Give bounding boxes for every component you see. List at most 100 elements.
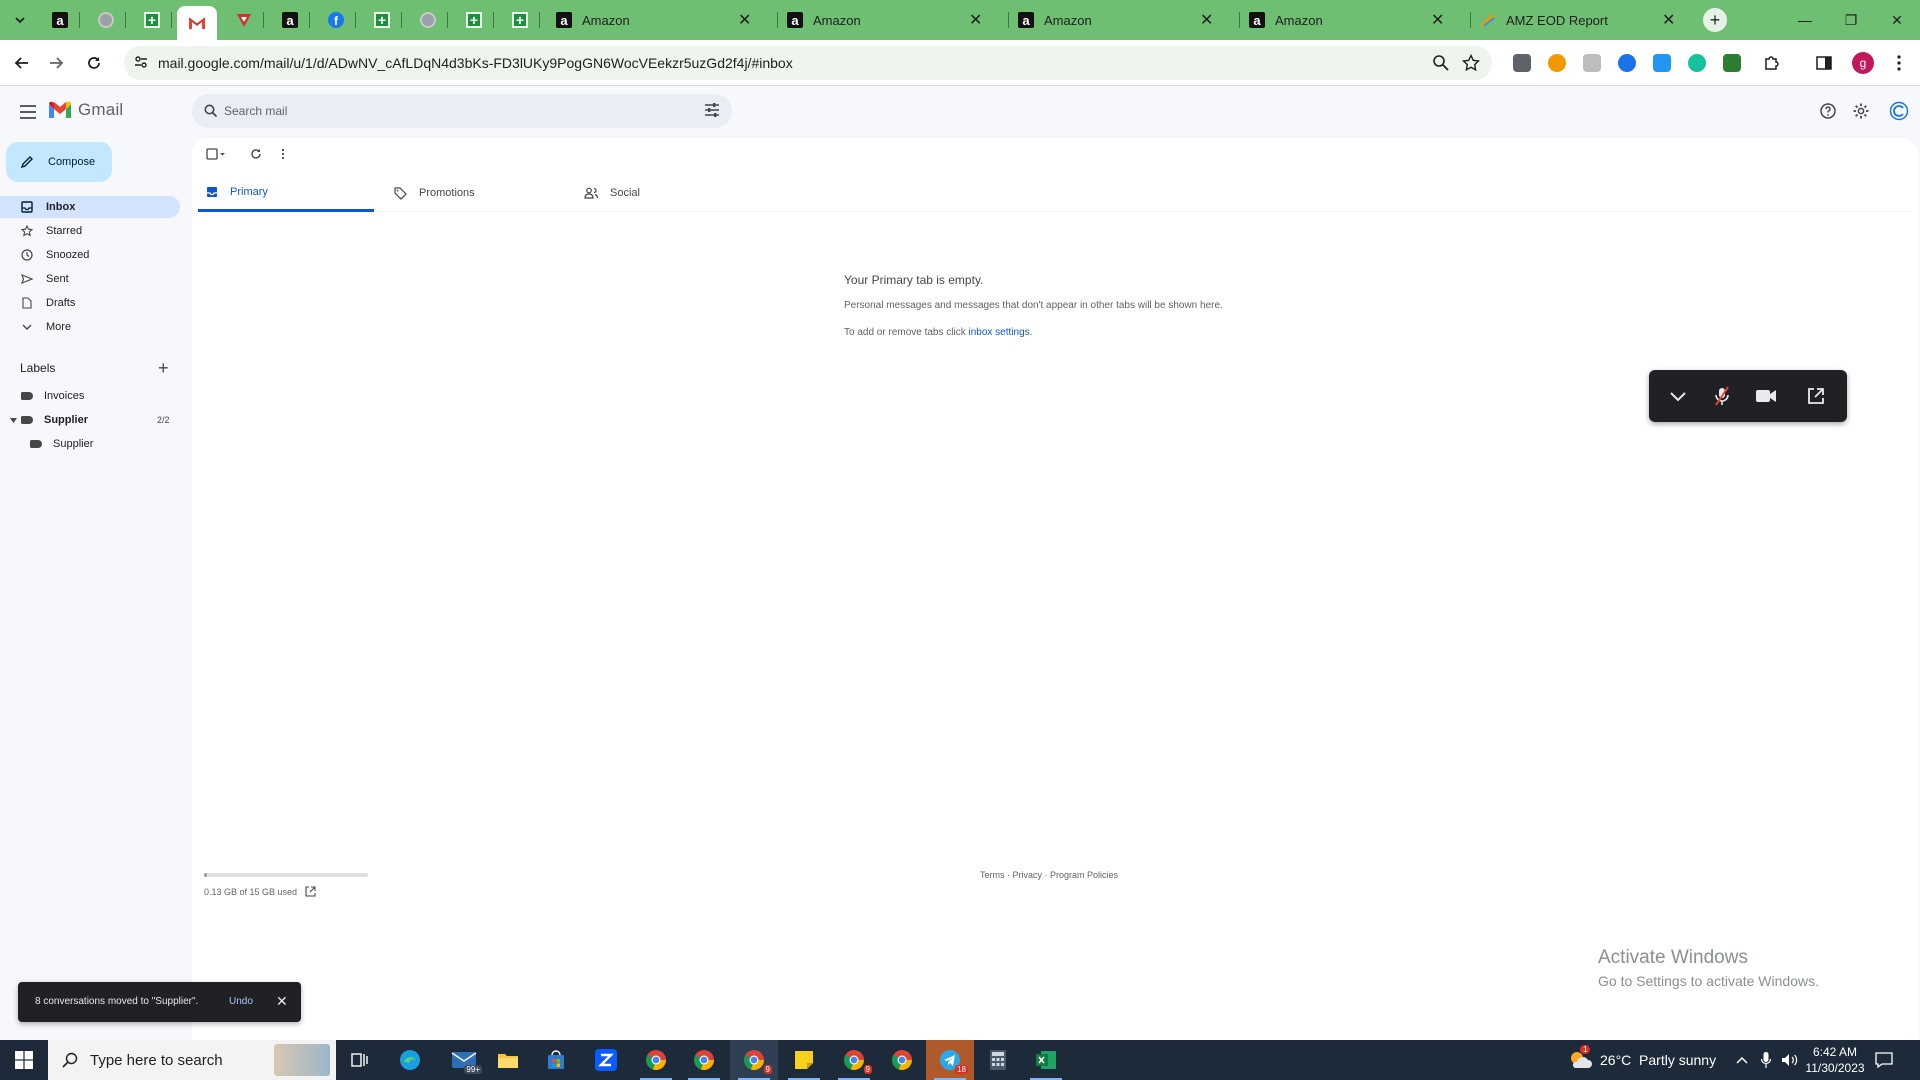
nav-item-snoozed[interactable]: Snoozed <box>0 244 180 266</box>
new-tab-button[interactable]: + <box>1703 8 1727 32</box>
pinned-tab-amazon[interactable]: a <box>40 6 80 34</box>
pinned-tab-globe-2[interactable] <box>408 6 448 34</box>
mute-mic-button[interactable] <box>1709 384 1735 408</box>
file-explorer-icon[interactable] <box>484 1040 532 1080</box>
search-icon[interactable] <box>204 104 218 118</box>
chrome-profile-1-icon[interactable] <box>632 1040 680 1080</box>
close-tab-icon[interactable]: ✕ <box>1200 10 1213 30</box>
pinned-tab-gmail[interactable] <box>177 6 217 40</box>
camera-button[interactable] <box>1753 384 1779 408</box>
chrome-profile-4-icon[interactable] <box>878 1040 926 1080</box>
extension-zm-icon[interactable] <box>1653 54 1671 72</box>
support-icon[interactable] <box>1818 101 1838 121</box>
close-window-button[interactable]: ✕ <box>1874 0 1920 40</box>
back-button[interactable] <box>8 49 36 77</box>
extensions-puzzle-icon[interactable] <box>1763 54 1781 72</box>
task-view-icon[interactable] <box>336 1040 384 1080</box>
system-clock[interactable]: 6:42 AM 11/30/2023 <box>1800 1044 1870 1076</box>
pinned-tab-globe[interactable] <box>86 6 126 34</box>
extension-blue-icon[interactable] <box>1618 54 1636 72</box>
sticky-notes-icon[interactable] <box>780 1040 828 1080</box>
bookmark-star-icon[interactable] <box>1462 54 1480 72</box>
tab-promotions[interactable]: Promotions <box>386 174 562 212</box>
tab-search-button[interactable] <box>6 8 34 32</box>
forward-button[interactable] <box>42 49 70 77</box>
select-all-checkbox[interactable] <box>206 148 226 160</box>
restore-button[interactable]: ❐ <box>1828 0 1874 40</box>
extension-green-icon[interactable] <box>1723 54 1741 72</box>
zoom-app-icon[interactable] <box>582 1040 630 1080</box>
address-bar[interactable]: mail.google.com/mail/u/1/d/ADwNV_cAfLDqN… <box>124 46 1492 80</box>
chrome-profile-2-icon[interactable] <box>680 1040 728 1080</box>
nav-item-drafts[interactable]: Drafts <box>0 292 180 314</box>
browser-tab[interactable]: AMZ EOD Report ✕ <box>1470 6 1700 34</box>
side-panel-icon[interactable] <box>1815 54 1833 72</box>
nav-item-starred[interactable]: Starred <box>0 220 180 242</box>
edge-icon[interactable] <box>386 1040 434 1080</box>
mail-app-icon[interactable]: 99+ <box>440 1040 488 1080</box>
chrome-profile-3-icon[interactable]: 9 <box>830 1040 878 1080</box>
calculator-icon[interactable] <box>974 1040 1022 1080</box>
undo-button[interactable]: Undo <box>229 996 253 1007</box>
caret-down-icon[interactable] <box>10 417 17 424</box>
microphone-icon[interactable] <box>1756 1050 1776 1070</box>
extension-orange-icon[interactable] <box>1548 54 1566 72</box>
collapse-call-button[interactable] <box>1665 384 1691 408</box>
grammarly-icon[interactable] <box>1688 54 1706 72</box>
reload-button[interactable] <box>80 49 108 77</box>
inbox-settings-link[interactable]: inbox settings <box>969 327 1030 338</box>
excel-icon[interactable] <box>1022 1040 1070 1080</box>
footer-links[interactable]: Terms · Privacy · Program Policies <box>980 870 1118 880</box>
start-button[interactable] <box>0 1040 48 1080</box>
pinned-tab-sheets-4[interactable]: + <box>500 6 540 34</box>
pinned-tab-sheets-2[interactable]: + <box>362 6 402 34</box>
kebab-menu-icon[interactable] <box>1890 54 1908 72</box>
extension-off-icon[interactable] <box>1513 54 1531 72</box>
pinned-tab-amazon-2[interactable]: a <box>270 6 310 34</box>
pop-out-call-button[interactable] <box>1803 384 1829 408</box>
label-supplier[interactable]: Supplier <box>10 410 88 430</box>
weather-widget[interactable]: 1 26°C Partly sunny <box>1568 1040 1716 1080</box>
close-tab-icon[interactable]: ✕ <box>1431 10 1444 30</box>
pinned-tab-sheets[interactable]: + <box>132 6 172 34</box>
refresh-button[interactable] <box>250 148 262 160</box>
telegram-icon[interactable]: 18 <box>926 1040 974 1080</box>
nav-item-more[interactable]: More <box>0 316 180 338</box>
nav-item-inbox[interactable]: Inbox <box>0 196 180 218</box>
account-avatar-icon[interactable] <box>1889 101 1909 121</box>
search-input[interactable] <box>224 101 664 121</box>
chevron-up-icon[interactable] <box>1732 1050 1752 1070</box>
store-icon[interactable] <box>532 1040 580 1080</box>
extension-grid-icon[interactable] <box>1583 54 1601 72</box>
compose-button[interactable]: Compose <box>6 142 112 182</box>
pinned-tab-sheets-3[interactable]: + <box>454 6 494 34</box>
close-tab-icon[interactable]: ✕ <box>1662 10 1675 30</box>
minimize-button[interactable]: — <box>1782 0 1828 40</box>
tab-primary[interactable]: Primary <box>198 174 374 212</box>
main-menu-button[interactable] <box>16 100 40 124</box>
browser-tab[interactable]: a Amazon ✕ <box>1008 6 1240 34</box>
settings-gear-icon[interactable] <box>1851 101 1871 121</box>
profile-avatar[interactable]: g <box>1852 52 1874 74</box>
close-icon[interactable]: ✕ <box>276 993 288 1010</box>
create-label-button[interactable]: + <box>158 358 169 379</box>
gmail-logo[interactable]: Gmail <box>48 100 123 120</box>
label-invoices[interactable]: Invoices <box>21 386 84 406</box>
chrome-active-icon[interactable]: 9 <box>730 1040 778 1080</box>
nav-item-sent[interactable]: Sent <box>0 268 180 290</box>
taskbar-search[interactable]: Type here to search <box>48 1040 336 1080</box>
notification-center-icon[interactable] <box>1874 1050 1894 1070</box>
zoom-icon[interactable] <box>1432 54 1450 72</box>
open-external-icon[interactable] <box>305 886 316 897</box>
speaker-icon[interactable] <box>1780 1050 1800 1070</box>
browser-tab[interactable]: a Amazon ✕ <box>546 6 778 34</box>
pinned-tab-red[interactable] <box>224 6 264 34</box>
label-supplier-sub[interactable]: Supplier <box>30 434 93 454</box>
pinned-tab-facebook[interactable]: f <box>316 6 356 34</box>
browser-tab[interactable]: a Amazon ✕ <box>777 6 1009 34</box>
browser-tab[interactable]: a Amazon ✕ <box>1239 6 1471 34</box>
tab-social[interactable]: Social <box>576 174 752 212</box>
close-tab-icon[interactable]: ✕ <box>969 10 982 30</box>
more-actions-button[interactable] <box>280 148 286 160</box>
close-tab-icon[interactable]: ✕ <box>738 10 751 30</box>
